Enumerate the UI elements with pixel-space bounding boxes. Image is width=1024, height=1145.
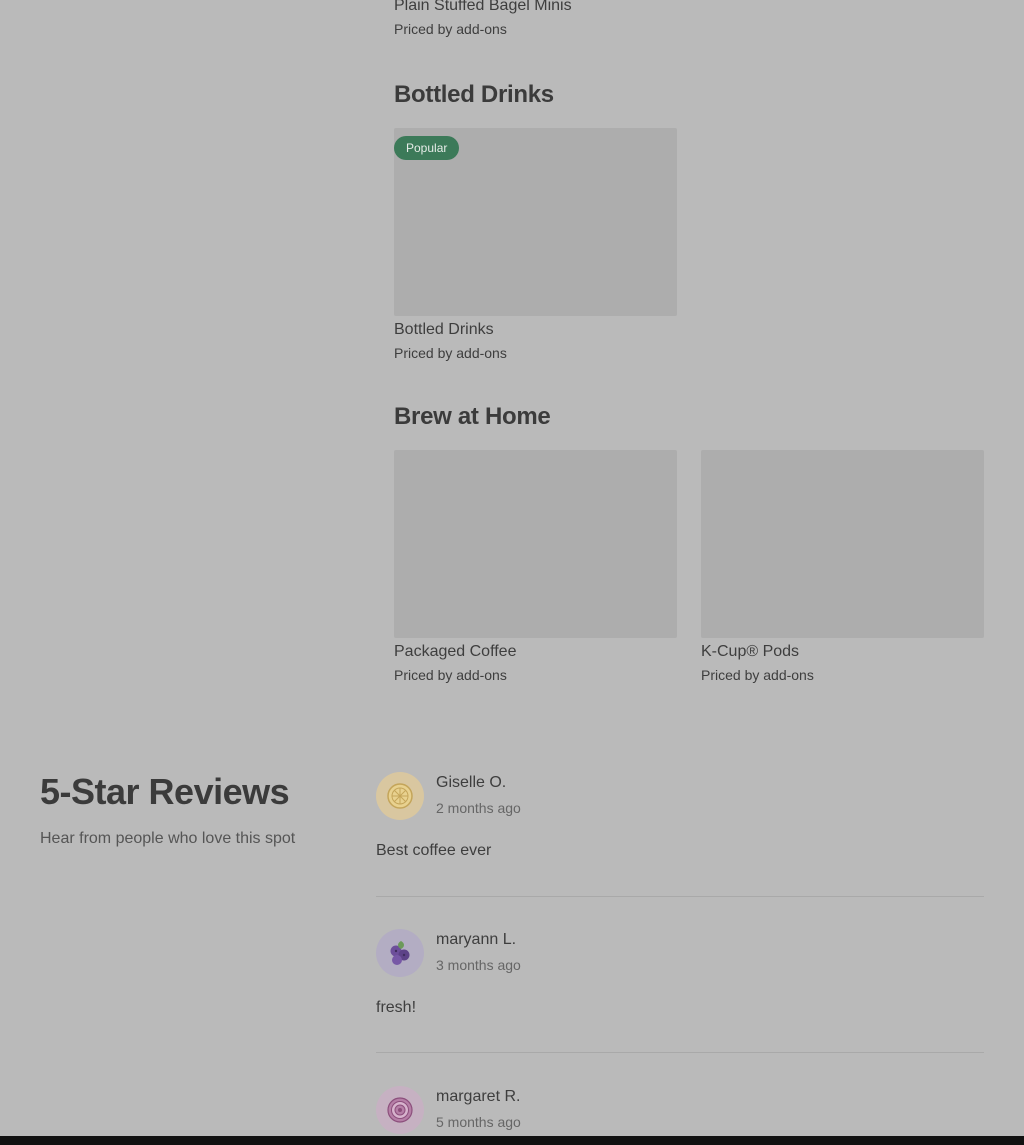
review-card: margaret R. 5 months ago <box>376 1086 984 1136</box>
menu-item-card[interactable]: K-Cup® Pods Priced by add-ons <box>701 450 984 686</box>
divider <box>376 896 984 897</box>
item-title: Plain Stuffed Bagel Minis <box>394 0 572 14</box>
menu-item-card[interactable]: Popular Bottled Drinks Priced by add-ons <box>394 128 677 364</box>
reviewer-name: margaret R. <box>436 1088 521 1105</box>
review-card: maryann L. 3 months ago fresh! <box>376 929 984 1019</box>
reviewer-name: Giselle O. <box>436 774 507 791</box>
menu-item-card[interactable]: Packaged Coffee Priced by add-ons <box>394 450 677 686</box>
review-text: Best coffee ever <box>376 842 492 859</box>
reviewer-name: maryann L. <box>436 931 517 948</box>
review-date: 5 months ago <box>436 1114 521 1130</box>
bottom-bar <box>0 1136 1024 1145</box>
section-heading-brew-at-home: Brew at Home <box>394 403 551 430</box>
onion-icon <box>387 1097 413 1123</box>
item-image[interactable] <box>394 450 677 638</box>
item-price: Priced by add-ons <box>701 667 814 683</box>
lemon-icon <box>387 783 413 809</box>
menu-item-plain-stuffed-bagel-minis[interactable]: Plain Stuffed Bagel Minis Priced by add-… <box>394 0 678 42</box>
blueberry-icon <box>390 941 410 965</box>
review-card: Giselle O. 2 months ago Best coffee ever <box>376 772 984 862</box>
item-image[interactable] <box>701 450 984 638</box>
item-title: Packaged Coffee <box>394 643 517 660</box>
reviews-subtitle: Hear from people who love this spot <box>40 830 296 847</box>
avatar <box>376 929 424 977</box>
item-title: K-Cup® Pods <box>701 643 800 660</box>
item-price: Priced by add-ons <box>394 345 507 361</box>
review-text: fresh! <box>376 999 417 1016</box>
item-title: Bottled Drinks <box>394 321 494 338</box>
divider <box>376 1052 984 1053</box>
avatar <box>376 772 424 820</box>
review-date: 3 months ago <box>436 957 521 973</box>
section-heading-bottled-drinks: Bottled Drinks <box>394 81 554 108</box>
reviews-title: 5-Star Reviews <box>40 771 290 812</box>
item-price: Priced by add-ons <box>394 21 507 37</box>
avatar <box>376 1086 424 1134</box>
item-price: Priced by add-ons <box>394 667 507 683</box>
popular-badge: Popular <box>394 136 460 160</box>
review-date: 2 months ago <box>436 800 521 816</box>
